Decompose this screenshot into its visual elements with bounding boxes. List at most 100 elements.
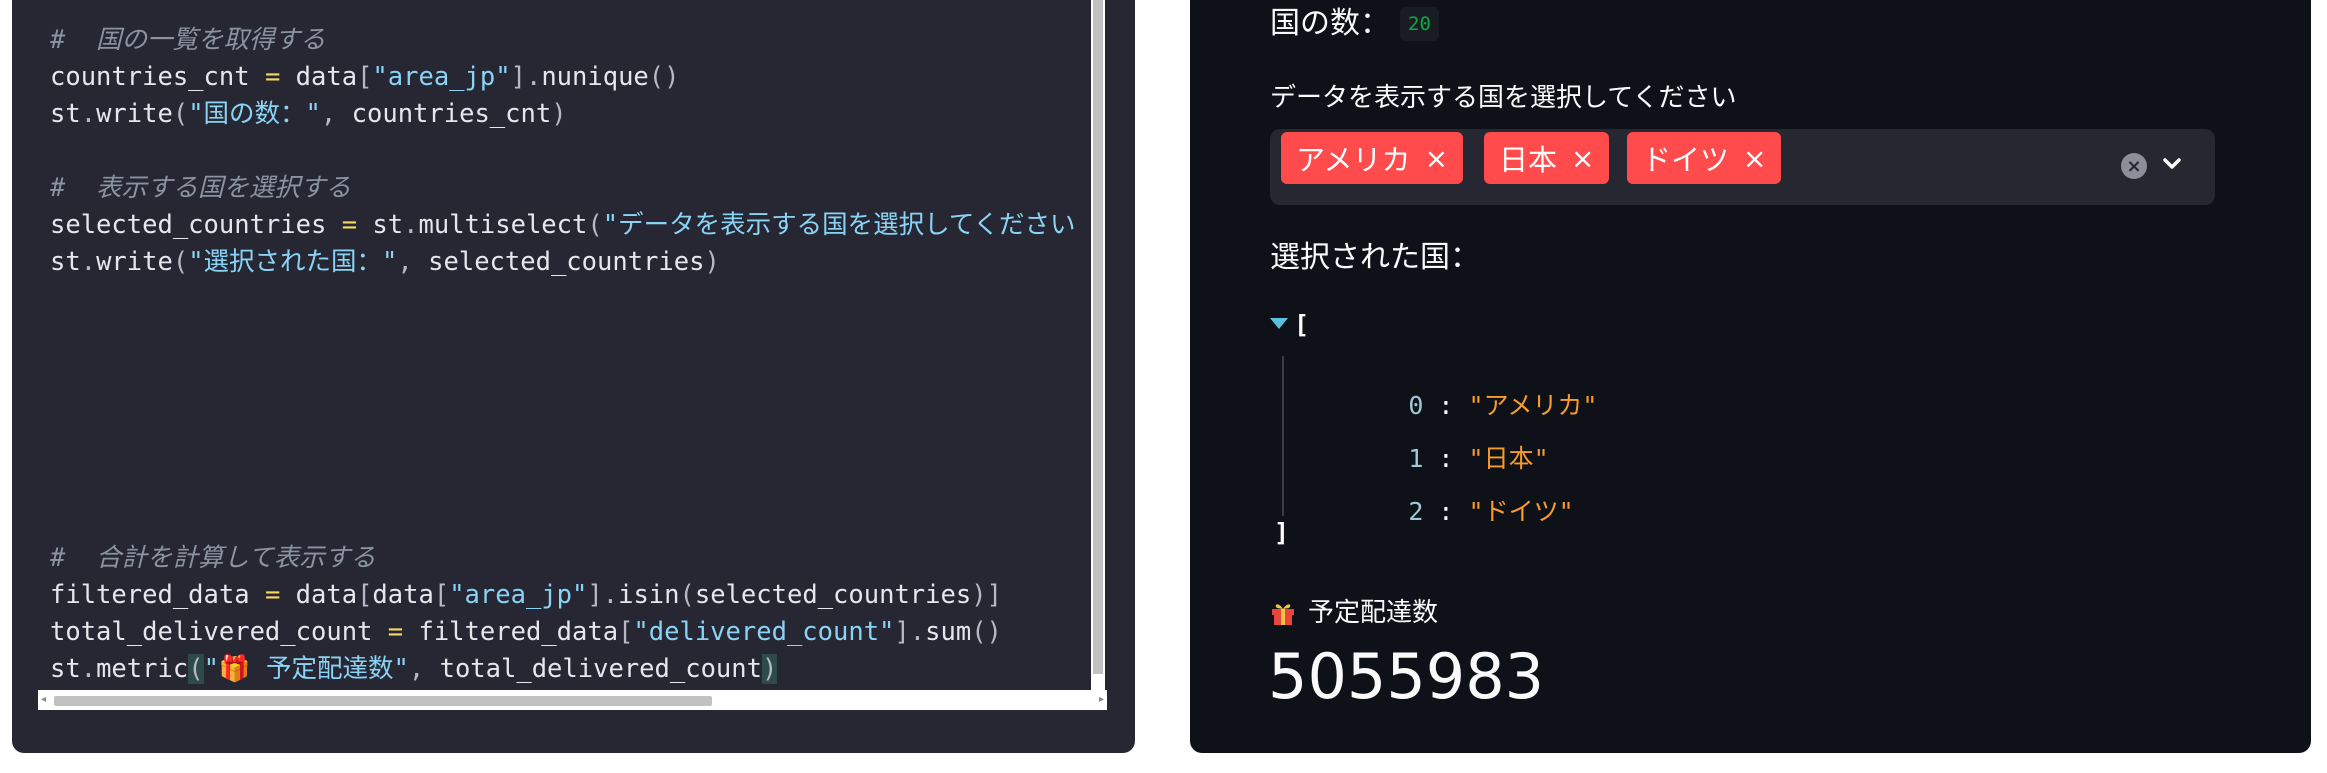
code-token: selected_countries: [50, 210, 342, 240]
code-token: [: [433, 580, 450, 610]
code-token: # 国の一覧を取得する: [50, 25, 326, 55]
code-token: countries_cnt: [50, 62, 265, 92]
code-line[interactable]: total_delivered_count = filtered_data["d…: [50, 614, 1002, 651]
code-token: "area_jp": [449, 580, 588, 610]
metric-value: 5055983: [1268, 640, 1545, 713]
tag-germany: ドイツ ×: [1627, 132, 1782, 184]
vertical-scrollbar[interactable]: [1091, 0, 1105, 690]
code-token: =: [264, 62, 281, 92]
tag-label: 日本: [1499, 143, 1558, 177]
app-output-panel: 国の数： 20 データを表示する国を選択してください アメリカ × 日本 × ド…: [1190, 0, 2311, 753]
code-area[interactable]: # 国の一覧を取得する countries_cnt = data["area_jp…: [50, 22, 1100, 692]
tag-label: アメリカ: [1296, 143, 1411, 177]
code-token: ]: [587, 580, 603, 610]
code-token: .: [80, 654, 97, 684]
json-indent-guide: [1282, 356, 1284, 516]
code-line[interactable]: selected_countries = st.multiselect("データ…: [50, 207, 1076, 244]
code-token: multiselect: [418, 210, 588, 240]
country-multiselect[interactable]: アメリカ × 日本 × ドイツ × ×: [1270, 129, 2215, 205]
code-token: countries_cnt: [336, 99, 552, 129]
code-token: isin: [618, 580, 680, 610]
json-value: "ドイツ": [1468, 497, 1574, 526]
code-token: =: [264, 580, 281, 610]
multiselect-label: データを表示する国を選択してください: [1270, 83, 1737, 113]
code-token: .: [909, 617, 926, 647]
code-token: data: [280, 62, 358, 92]
code-token: ,: [397, 247, 413, 277]
code-token: total_delivered_count: [50, 617, 388, 647]
code-token: (: [188, 654, 204, 684]
code-line[interactable]: st.write("選択された国：", selected_countries): [50, 244, 720, 281]
code-token: # 合計を計算して表示する: [50, 543, 376, 573]
json-open-bracket: [: [1294, 310, 1310, 339]
code-token: )]: [971, 580, 1002, 610]
tag-remove-icon[interactable]: ×: [1743, 142, 1766, 175]
scroll-left-arrow-icon[interactable]: ◂: [41, 692, 46, 708]
code-line[interactable]: # 合計を計算して表示する: [50, 540, 376, 577]
countries-count-value: 20: [1400, 7, 1439, 41]
horizontal-scrollbar[interactable]: ◂ ▸: [38, 690, 1107, 710]
code-token: "国の数：": [188, 99, 321, 129]
code-token: (): [971, 617, 1002, 647]
tag-japan: 日本 ×: [1484, 132, 1610, 184]
code-token: (: [172, 247, 189, 277]
code-token: ): [551, 99, 567, 129]
chevron-down-icon[interactable]: [2157, 149, 2187, 179]
json-item: 2 : "ドイツ": [1408, 497, 1574, 526]
code-line[interactable]: # 表示する国を選択する: [50, 170, 351, 207]
code-token: (: [587, 210, 603, 240]
code-token: st: [50, 247, 81, 277]
tag-remove-icon[interactable]: ×: [1571, 142, 1594, 175]
code-token: "データを表示する国を選択してください: [602, 210, 1076, 240]
code-token: [: [357, 62, 373, 92]
code-token: .: [602, 580, 619, 610]
code-token: "area_jp": [372, 62, 511, 92]
clear-all-icon[interactable]: ×: [2121, 153, 2147, 179]
code-token: .: [80, 99, 97, 129]
code-line[interactable]: # 国の一覧を取得する: [50, 22, 326, 59]
code-token: ]: [894, 617, 910, 647]
code-token: selected_countries: [412, 247, 705, 277]
code-token: data: [372, 580, 434, 610]
code-token: st: [50, 654, 81, 684]
gift-icon: [1272, 604, 1294, 625]
code-token: =: [387, 617, 404, 647]
tag-label: ドイツ: [1642, 143, 1730, 177]
code-token: selected_countries: [694, 580, 972, 610]
metric-label: 予定配達数: [1270, 593, 1438, 633]
code-token: data: [280, 580, 358, 610]
vertical-scrollbar-thumb[interactable]: [1093, 0, 1103, 674]
code-token: .: [80, 247, 97, 277]
code-line[interactable]: filtered_data = data[data["area_jp"].isi…: [50, 577, 1002, 614]
code-line[interactable]: st.write("国の数：", countries_cnt): [50, 96, 567, 133]
selected-countries-label: 選択された国：: [1270, 240, 1480, 275]
code-token: ]: [510, 62, 526, 92]
code-editor[interactable]: # 国の一覧を取得する countries_cnt = data["area_jp…: [12, 0, 1135, 753]
code-token: [: [357, 580, 373, 610]
code-token: write: [96, 247, 173, 277]
collapse-toggle-icon[interactable]: [1270, 318, 1288, 329]
code-token: "🎁 予定配達数": [203, 654, 409, 684]
countries-count-label: 国の数：: [1270, 6, 1390, 41]
scroll-right-arrow-icon[interactable]: ▸: [1099, 692, 1104, 708]
code-token: "選択された国：": [188, 247, 398, 277]
code-token: ,: [408, 654, 425, 684]
code-token: [: [618, 617, 634, 647]
code-line[interactable]: st.metric("🎁 予定配達数", total_delivered_cou…: [50, 651, 778, 688]
code-token: filtered_data: [50, 580, 265, 610]
code-token: st: [50, 99, 81, 129]
tag-remove-icon[interactable]: ×: [1425, 142, 1448, 175]
code-token: (: [172, 99, 189, 129]
code-token: metric: [96, 654, 189, 684]
code-token: # 表示する国を選択する: [50, 173, 352, 203]
tag-america: アメリカ ×: [1281, 132, 1464, 184]
horizontal-scrollbar-thumb[interactable]: [54, 696, 712, 706]
code-token: total_delivered_count: [424, 654, 762, 684]
code-token: sum: [925, 617, 972, 647]
code-line[interactable]: countries_cnt = data["area_jp"].nunique(…: [50, 59, 680, 96]
json-index: 2: [1408, 497, 1424, 526]
code-token: .: [403, 210, 419, 240]
code-token: (): [648, 62, 680, 92]
metric-label-text: 予定配達数: [1308, 598, 1439, 628]
code-token: nunique: [541, 62, 649, 92]
